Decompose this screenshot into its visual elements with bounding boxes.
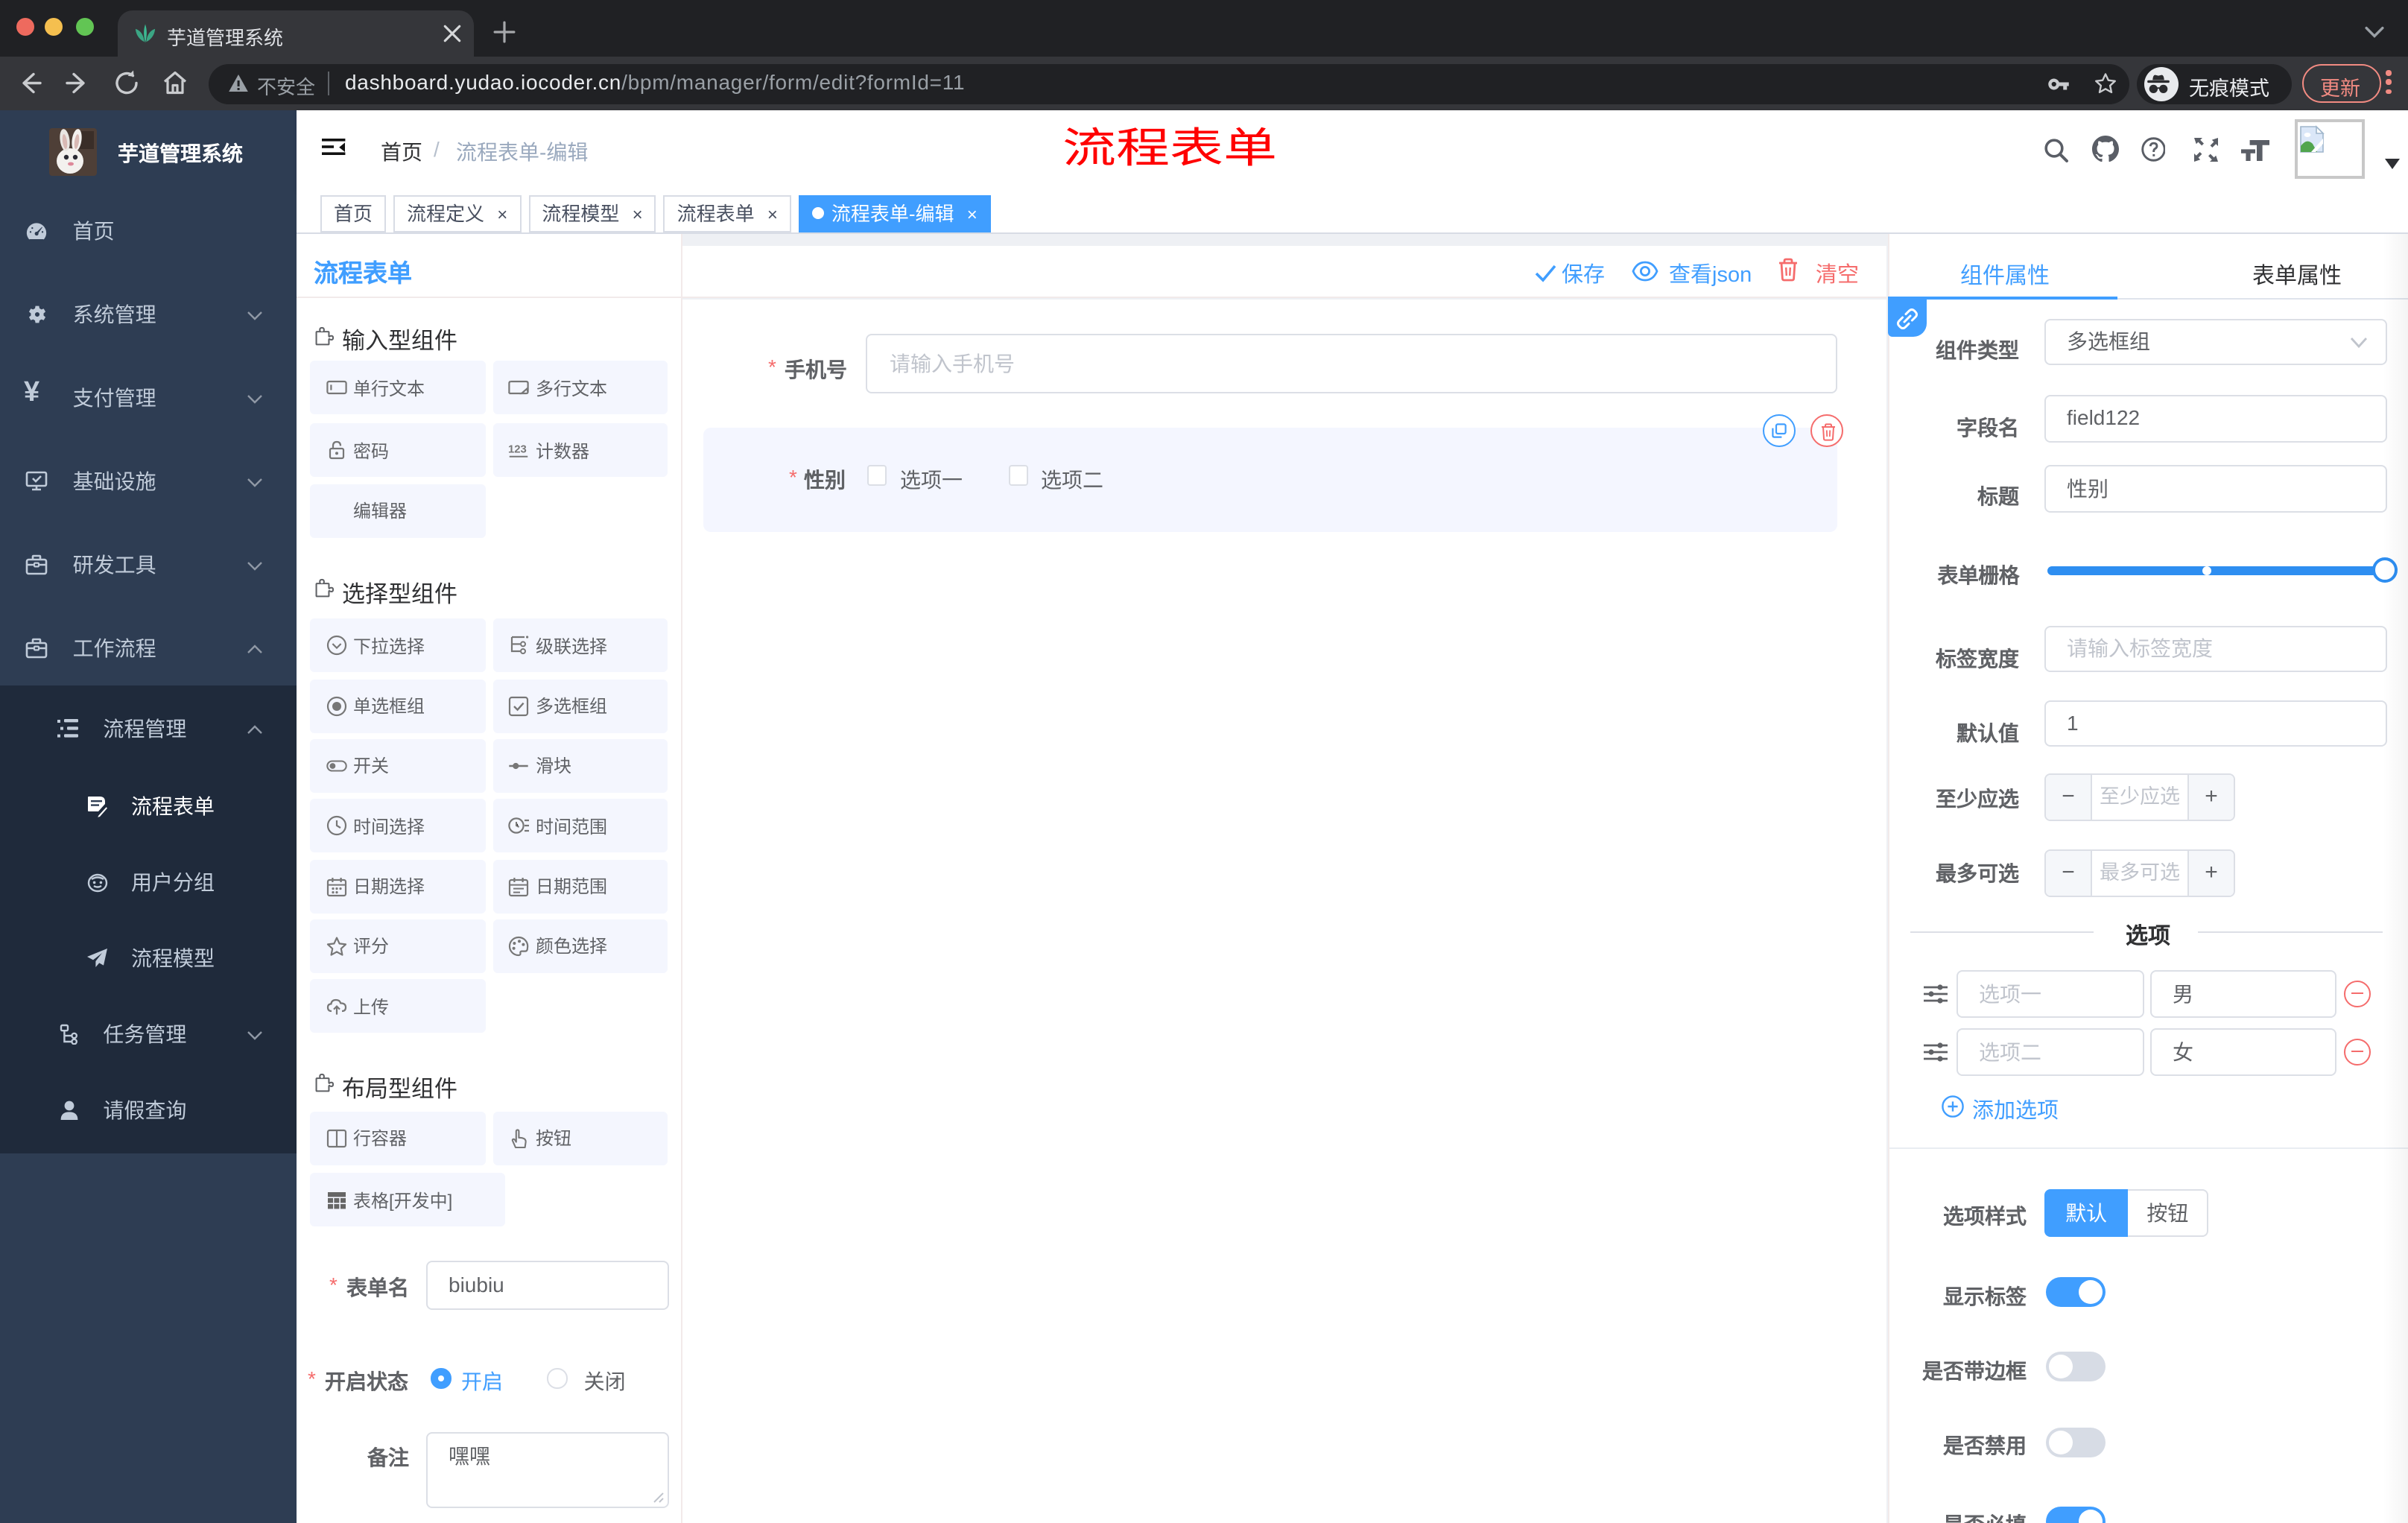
svg-text:123: 123 [508,444,527,456]
